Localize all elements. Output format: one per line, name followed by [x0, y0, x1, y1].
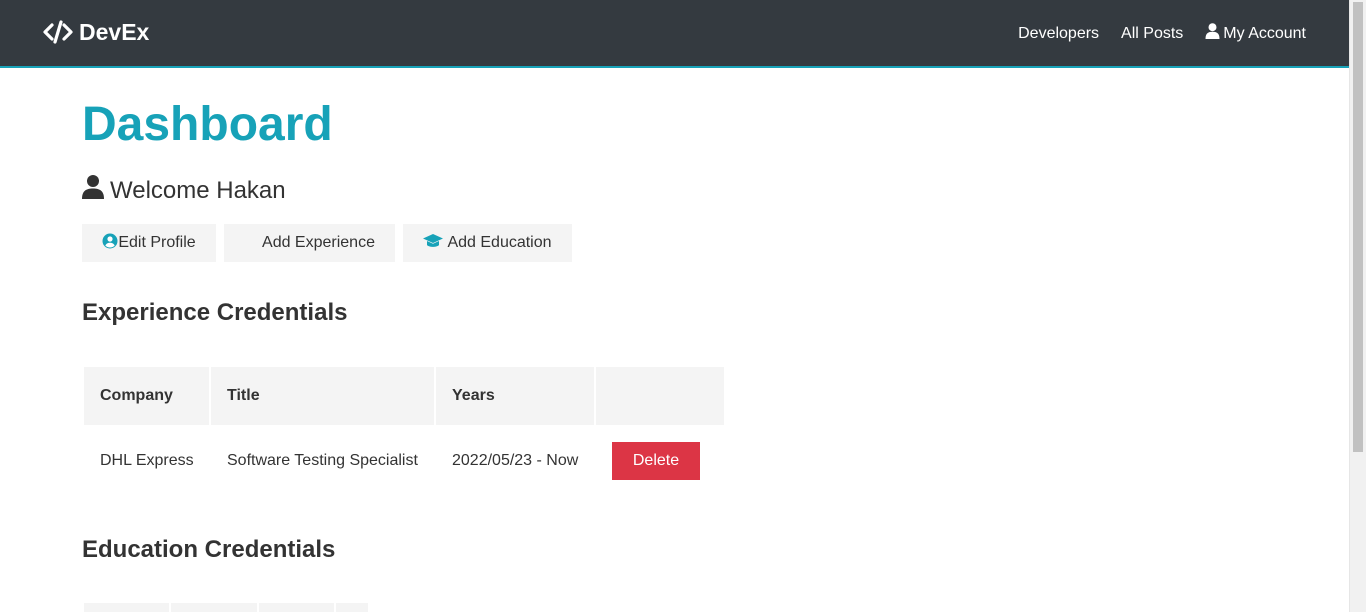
add-education-label: Add Education [447, 234, 552, 251]
nav-links: Developers All Posts My Account [996, 23, 1306, 45]
education-heading: Education Credentials [82, 536, 336, 563]
user-icon [82, 175, 110, 206]
page-title: Dashboard [82, 98, 333, 151]
add-experience-label: Add Experience [262, 234, 375, 251]
nav-link-all-posts[interactable]: All Posts [1121, 24, 1183, 44]
add-education-button[interactable]: Add Education [403, 224, 572, 262]
nav-link-my-account[interactable]: My Account [1205, 23, 1306, 45]
navbar: DevEx Developers All Posts My Account [0, 0, 1349, 68]
actions-cell: Delete [596, 424, 724, 498]
company-cell: DHL Express [100, 452, 194, 469]
education-column-header [171, 603, 257, 612]
nav-link-label: My Account [1223, 25, 1306, 42]
graduation-cap-icon [423, 233, 447, 253]
delete-experience-button[interactable]: Delete [612, 442, 700, 480]
education-column-header [336, 603, 368, 612]
brand-name: DevEx [79, 19, 150, 45]
years-cell: 2022/05/23 - Now [452, 452, 579, 469]
edit-profile-label: Edit Profile [118, 234, 196, 251]
column-header-actions [596, 367, 724, 425]
page: DevEx Developers All Posts My Account Da… [0, 0, 1349, 612]
scrollbar-thumb[interactable] [1353, 2, 1363, 452]
nav-link-developers[interactable]: Developers [1018, 24, 1099, 44]
code-icon [43, 20, 73, 44]
welcome-text: Welcome Hakan [110, 176, 286, 204]
experience-table-header: Company Title Years [84, 367, 724, 425]
brand-link[interactable]: DevEx [43, 19, 149, 45]
column-header-company: Company [84, 367, 209, 425]
education-column-header [259, 603, 334, 612]
experience-heading: Experience Credentials [82, 299, 348, 326]
table-row: DHL Express Software Testing Specialist … [84, 424, 724, 498]
vertical-scrollbar[interactable] [1349, 0, 1366, 612]
column-header-title: Title [211, 367, 434, 425]
edit-profile-button[interactable]: Edit Profile [82, 224, 216, 262]
education-column-header [84, 603, 169, 612]
title-cell: Software Testing Specialist [227, 452, 418, 469]
welcome-message: Welcome Hakan [82, 175, 286, 206]
column-header-years: Years [436, 367, 594, 425]
add-experience-button[interactable]: Add Experience [224, 224, 395, 262]
user-icon [1205, 23, 1223, 45]
